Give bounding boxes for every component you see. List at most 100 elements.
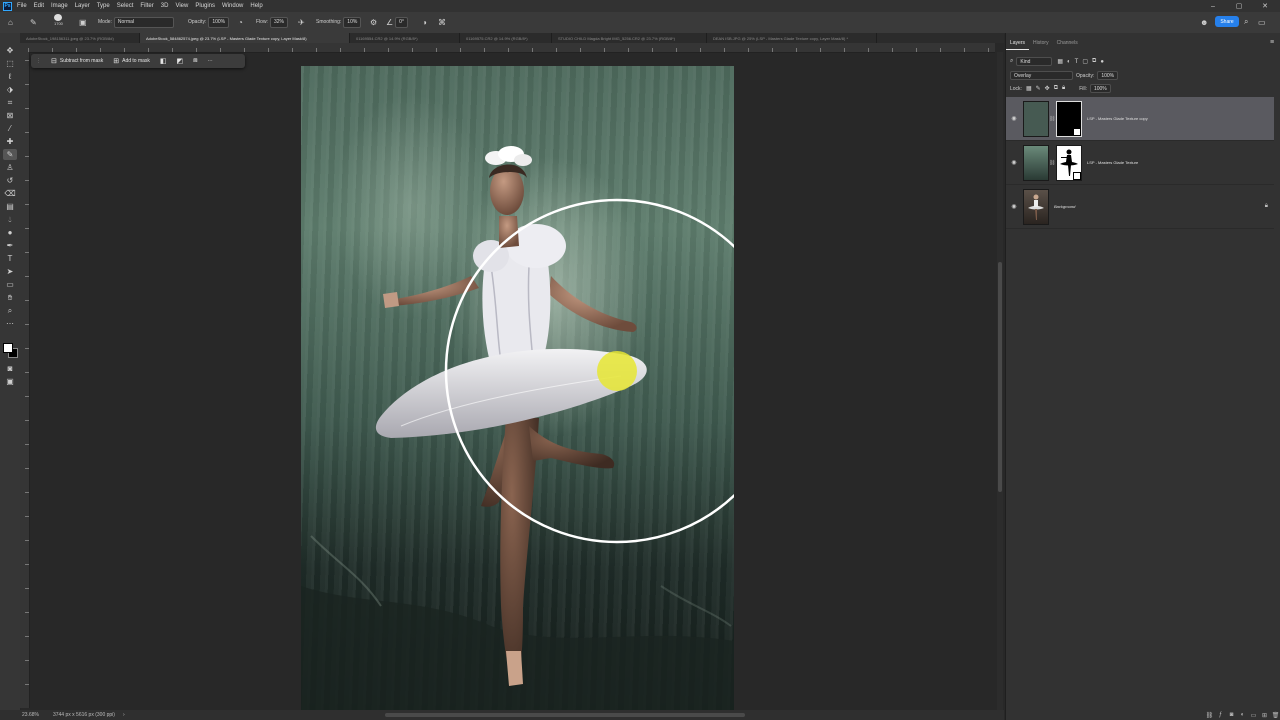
stamp-tool-icon[interactable]: ♙ — [3, 162, 17, 173]
brush-preset-picker[interactable]: 1700 — [54, 14, 63, 26]
blend-mode-dropdown[interactable]: Overlay — [1010, 71, 1073, 80]
mask-link-icon[interactable]: ⛓ — [1049, 160, 1055, 166]
share-button[interactable]: Share — [1215, 16, 1239, 27]
object-select-tool-icon[interactable]: ⬗ — [3, 84, 17, 95]
layer-opacity-field[interactable]: 100% — [1097, 71, 1119, 80]
zoom-level[interactable]: 23.68% — [22, 712, 39, 718]
eraser-tool-icon[interactable]: ⌫ — [3, 188, 17, 199]
mask-link-icon[interactable]: ⛓ — [1049, 116, 1055, 122]
eyedropper-tool-icon[interactable]: ⁄ — [3, 123, 17, 134]
filter-kind-dropdown[interactable]: Kind — [1016, 57, 1053, 66]
doc-tab[interactable]: DEAN ISB.JPG @ 25% (LSP - Masters Glade … — [707, 33, 877, 43]
angle-field[interactable]: 0° — [395, 16, 408, 28]
menu-view[interactable]: View — [175, 3, 188, 9]
filter-toggle-icon[interactable]: ● — [1100, 59, 1104, 65]
menu-help[interactable]: Help — [250, 3, 262, 9]
panel-menu-icon[interactable]: ≡ — [1270, 39, 1274, 46]
filter-shape-icon[interactable]: ▢ — [1082, 58, 1088, 65]
menu-layer[interactable]: Layer — [75, 3, 90, 9]
visibility-eye-icon[interactable]: ◉ — [1006, 203, 1022, 210]
layer-mask-thumbnail[interactable] — [1056, 100, 1082, 137]
minimize-button[interactable]: – — [1200, 0, 1226, 12]
smoothing-field[interactable]: 10% — [343, 16, 362, 28]
dodge-tool-icon[interactable]: ● — [3, 227, 17, 238]
layer-row[interactable]: ◉ Background 🔒︎ — [1006, 185, 1274, 229]
vertical-scroll-thumb[interactable] — [998, 262, 1002, 492]
menu-edit[interactable]: Edit — [34, 3, 44, 9]
lock-position-icon[interactable]: ✥ — [1045, 85, 1050, 92]
history-brush-tool-icon[interactable]: ↺ — [3, 175, 17, 186]
doc-tab[interactable]: 01169575.CR2 @ 14.9% (RGB/8*) — [460, 33, 552, 43]
fill-field[interactable]: 100% — [1089, 84, 1111, 93]
crop-tool-icon[interactable]: ⌗ — [3, 97, 17, 108]
filter-smart-object-icon[interactable]: ⧉ — [1092, 58, 1096, 65]
menu-file[interactable]: File — [17, 3, 27, 9]
flow-field[interactable]: 32% — [269, 16, 288, 28]
screen-mode-icon[interactable]: ▣ — [3, 376, 17, 387]
brush-tool-icon[interactable]: ✎ — [30, 16, 37, 28]
lock-all-icon[interactable]: 🔒︎ — [1062, 85, 1065, 92]
add-to-mask-button[interactable]: ⊞ Add to mask — [108, 57, 155, 65]
new-group-icon[interactable]: ▭ — [1248, 712, 1259, 719]
link-layers-icon[interactable]: ⛓ — [1204, 712, 1215, 719]
status-menu-icon[interactable]: › — [123, 712, 125, 718]
opacity-field[interactable]: 100% — [208, 16, 230, 28]
tab-channels[interactable]: Channels — [1053, 37, 1082, 49]
spot-healing-tool-icon[interactable]: ✚ — [3, 136, 17, 147]
tab-history[interactable]: History — [1029, 37, 1053, 49]
more-tools-icon[interactable]: ⋯ — [3, 318, 17, 329]
invert-mask-icon[interactable]: ◧ — [155, 57, 172, 65]
delete-mask-icon[interactable]: ⧈ — [188, 57, 202, 65]
layer-name[interactable]: LSP - Masters Glade Texture copy — [1087, 116, 1148, 121]
symmetry-icon[interactable]: ⌘ — [438, 16, 446, 28]
pen-tool-icon[interactable]: ✒ — [3, 240, 17, 251]
layer-mask-thumbnail[interactable] — [1056, 144, 1082, 181]
lasso-tool-icon[interactable]: ℓ — [3, 71, 17, 82]
mask-properties-icon[interactable]: ◩ — [172, 57, 189, 65]
brush-tool-icon[interactable]: ✎ — [3, 149, 17, 160]
move-tool-icon[interactable]: ✥ — [3, 45, 17, 56]
airbrush-icon[interactable]: ✈ — [298, 16, 305, 28]
doc-tab[interactable]: AdobeStock_198156311.jpeg @ 23.7% (RGB/8… — [20, 33, 140, 43]
gradient-tool-icon[interactable]: ▤ — [3, 201, 17, 212]
search-icon[interactable]: ⌕ — [1244, 16, 1248, 28]
visibility-eye-icon[interactable]: ◉ — [1006, 115, 1022, 122]
layer-thumbnail[interactable] — [1023, 100, 1049, 137]
layer-name[interactable]: Background — [1054, 204, 1075, 209]
layer-row[interactable]: ◉ ⛓ LSP - Masters Glade Texture — [1006, 141, 1274, 185]
filter-type-icon[interactable]: T — [1075, 59, 1079, 65]
maximize-button[interactable]: ▢ — [1226, 0, 1252, 12]
horizontal-scrollbar[interactable] — [385, 713, 745, 717]
document-canvas[interactable] — [301, 66, 734, 712]
filter-adjustment-icon[interactable]: ◐ — [1067, 59, 1071, 65]
layer-thumbnail[interactable] — [1023, 188, 1049, 225]
close-window-button[interactable]: ✕ — [1252, 0, 1278, 12]
brush-settings-icon[interactable]: ▣ — [79, 16, 87, 28]
marquee-tool-icon[interactable]: ⬚ — [3, 58, 17, 69]
doc-tab[interactable]: STUDIO CHILD Magda Bright IMG_5256.CR2 @… — [552, 33, 707, 43]
mode-dropdown[interactable]: Normal — [113, 16, 174, 28]
doc-tab-active[interactable]: AdobeStock_584862574.jpeg @ 23.7% (LSP -… — [140, 33, 350, 43]
lock-pixels-icon[interactable]: ✎ — [1036, 85, 1041, 92]
ruler-vertical[interactable] — [20, 52, 30, 708]
quick-mask-icon[interactable]: ◙ — [3, 363, 17, 374]
menu-plugins[interactable]: Plugins — [195, 3, 215, 9]
frame-tool-icon[interactable]: ⊠ — [3, 110, 17, 121]
menu-image[interactable]: Image — [51, 3, 68, 9]
filter-pixel-icon[interactable]: ▦ — [1057, 58, 1063, 65]
layer-style-icon[interactable]: ƒ — [1215, 712, 1226, 718]
shape-tool-icon[interactable]: ▭ — [3, 279, 17, 290]
zoom-tool-icon[interactable]: ⌕ — [3, 305, 17, 316]
blur-tool-icon[interactable]: 💧︎ — [3, 214, 17, 225]
tab-layers[interactable]: Layers — [1006, 37, 1030, 50]
layer-name[interactable]: LSP - Masters Glade Texture — [1087, 160, 1138, 165]
drag-handle-icon[interactable]: ⋮ — [31, 58, 46, 64]
vertical-scrollbar[interactable] — [997, 52, 1003, 710]
user-icon[interactable]: ☻ — [1200, 16, 1208, 28]
visibility-eye-icon[interactable]: ◉ — [1006, 159, 1022, 166]
add-mask-icon[interactable]: ◙ — [1226, 712, 1237, 718]
more-options-button[interactable]: ··· — [203, 58, 218, 64]
doc-tab[interactable]: 01169554.CR2 @ 14.9% (RGB/8*) — [350, 33, 460, 43]
new-layer-icon[interactable]: ⊞ — [1259, 712, 1270, 719]
menu-3d[interactable]: 3D — [161, 3, 169, 9]
